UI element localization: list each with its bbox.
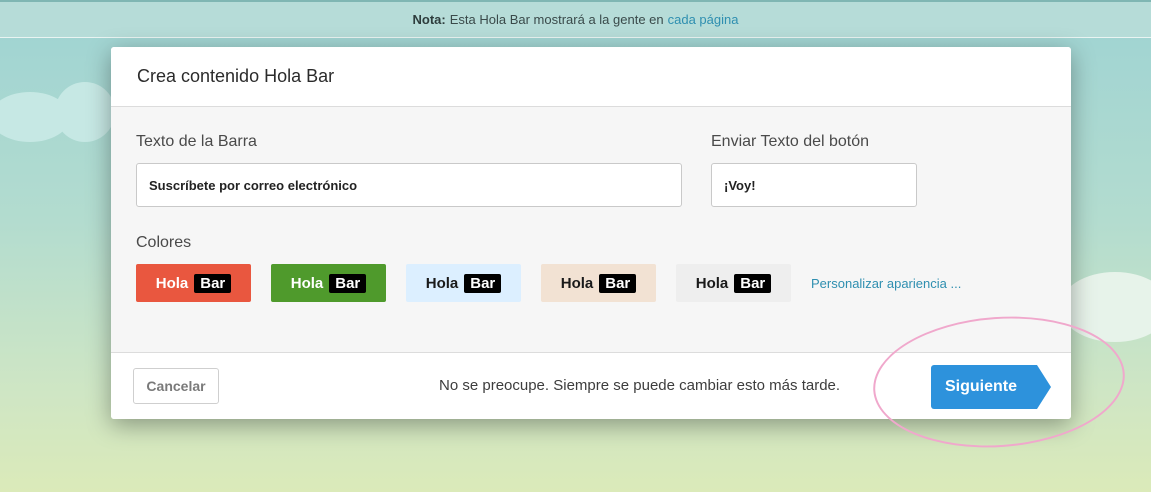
swatch-label: Hola bbox=[155, 274, 189, 292]
cancel-button[interactable]: Cancelar bbox=[133, 368, 219, 404]
swatch-label: Hola bbox=[695, 274, 729, 292]
swatch-label: Hola bbox=[425, 274, 459, 292]
notice-bar: Nota: Esta Hola Bar mostrará a la gente … bbox=[0, 0, 1151, 38]
colors-label: Colores bbox=[136, 234, 192, 251]
bar-text-input[interactable]: Suscríbete por correo electrónico bbox=[136, 163, 682, 207]
swatch-tag: Bar bbox=[599, 273, 637, 293]
swatch-tag: Bar bbox=[194, 273, 232, 293]
notice-bold: Nota: bbox=[412, 12, 446, 27]
button-text-value: ¡Voy! bbox=[724, 177, 756, 193]
color-swatch-gray[interactable]: Hola Bar bbox=[676, 264, 791, 302]
color-swatch-beige[interactable]: Hola Bar bbox=[541, 264, 656, 302]
customize-appearance-link[interactable]: Personalizar apariencia ... bbox=[811, 276, 961, 291]
swatch-tag: Bar bbox=[464, 273, 502, 293]
bar-text-value: Suscríbete por correo electrónico bbox=[149, 177, 358, 193]
color-swatch-green[interactable]: Hola Bar bbox=[271, 264, 386, 302]
color-swatch-red[interactable]: Hola Bar bbox=[136, 264, 251, 302]
modal-title: Crea contenido Hola Bar bbox=[137, 66, 335, 86]
button-text-label: Enviar Texto del botón bbox=[711, 133, 870, 150]
footer-note: No se preocupe. Siempre se puede cambiar… bbox=[439, 377, 841, 394]
swatch-label: Hola bbox=[560, 274, 594, 292]
notice-text: Esta Hola Bar mostrará a la gente en bbox=[449, 12, 664, 27]
button-text-input[interactable]: ¡Voy! bbox=[711, 163, 917, 207]
notice-link[interactable]: cada página bbox=[668, 12, 739, 27]
color-swatch-light-blue[interactable]: Hola Bar bbox=[406, 264, 521, 302]
swatch-label: Hola bbox=[290, 274, 324, 292]
bar-text-label: Texto de la Barra bbox=[136, 133, 257, 150]
swatch-tag: Bar bbox=[734, 273, 772, 293]
cloud-decoration bbox=[55, 82, 115, 142]
modal-header: Crea contenido Hola Bar bbox=[111, 47, 1071, 107]
swatch-tag: Bar bbox=[329, 273, 367, 293]
